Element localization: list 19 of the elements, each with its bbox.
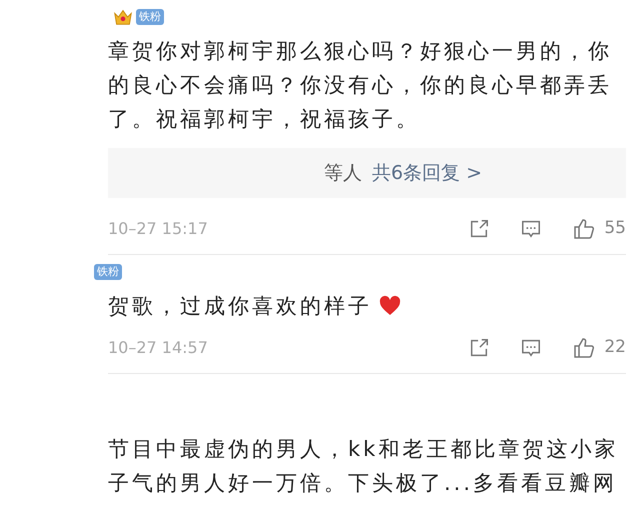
like-count: 22	[604, 336, 626, 360]
timestamp: 10–27 14:57	[108, 337, 208, 359]
comment-icon[interactable]	[520, 218, 542, 240]
replies-bar[interactable]: 等人 共6条回复 >	[108, 148, 626, 198]
thumbs-up-icon[interactable]	[572, 336, 596, 360]
share-icon[interactable]	[468, 337, 490, 359]
thumbs-up-icon[interactable]	[572, 217, 596, 241]
replies-text: 等人	[324, 160, 362, 186]
comment-icon[interactable]	[520, 337, 542, 359]
fan-badge: 铁粉	[136, 9, 164, 25]
share-icon[interactable]	[468, 218, 490, 240]
like-count: 55	[604, 217, 626, 240]
replies-link[interactable]: 共6条回复 >	[372, 158, 482, 188]
comment-text: 章贺你对郭柯宇那么狠心吗？好狠心一男的，你的良心不会痛吗？你没有心，你的良心早都弄丢了。祝福郭柯宇，祝福孩子。	[108, 38, 613, 133]
comment-text: 节目中最虚伪的男人，kk和老王都比章贺这小家子气的男人好一万倍。下头极了...多看看豆瓣网	[108, 436, 620, 497]
fan-badge: 铁粉	[94, 264, 122, 280]
comment-text: 贺歌，过成你喜欢的样子	[108, 293, 372, 320]
heart-icon	[378, 294, 402, 318]
timestamp: 10–27 15:17	[108, 218, 208, 240]
